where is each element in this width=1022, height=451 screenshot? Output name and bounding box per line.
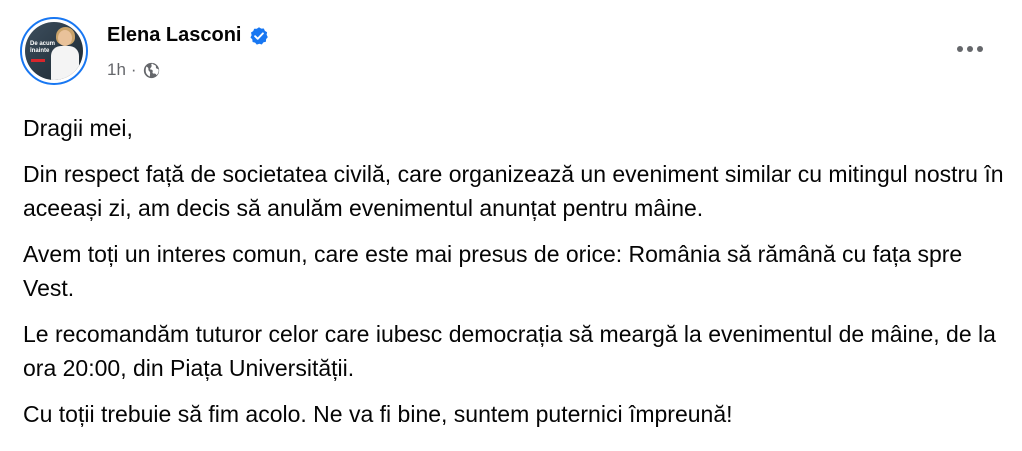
meta-separator: · xyxy=(130,60,137,79)
avatar-photo: De acum înainte xyxy=(25,22,83,80)
post-paragraph: Avem toți un interes comun, care este ma… xyxy=(23,241,963,301)
post-paragraph: Le recomandăm tuturor celor care iubesc … xyxy=(23,321,996,381)
author-name-row: Elena Lasconi xyxy=(107,24,269,47)
post-timestamp[interactable]: 1h xyxy=(107,60,126,80)
author-name[interactable]: Elena Lasconi xyxy=(107,24,242,47)
post-paragraph: Cu toții trebuie să fim acolo. Ne va fi … xyxy=(23,401,733,427)
post-paragraph: Din respect față de societatea civilă, c… xyxy=(23,161,1004,221)
more-options-button[interactable] xyxy=(950,33,990,65)
verified-badge-icon xyxy=(249,26,269,46)
post-meta: 1h · xyxy=(107,60,160,80)
author-avatar[interactable]: De acum înainte xyxy=(20,17,88,85)
facebook-post: De acum înainte Elena Lasconi 1h · Dragi… xyxy=(0,0,1022,451)
avatar-caption: De acum înainte xyxy=(30,41,56,54)
more-horizontal-icon xyxy=(957,46,963,52)
globe-icon[interactable] xyxy=(143,62,160,79)
post-paragraph: Dragii mei, xyxy=(23,115,133,141)
post-text: Dragii mei, Din respect față de societat… xyxy=(23,111,1008,443)
